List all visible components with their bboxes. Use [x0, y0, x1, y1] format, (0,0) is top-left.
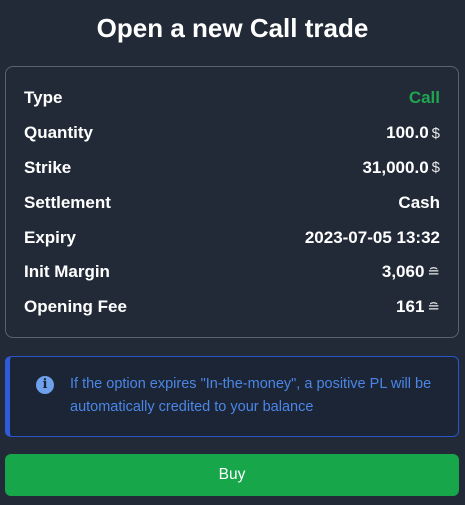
detail-row-init-margin: Init Margin 3,060 ≘: [24, 255, 440, 290]
detail-value: 161 ≘: [396, 297, 440, 317]
detail-row-type: Type Call: [24, 81, 440, 116]
info-icon: i: [36, 376, 54, 394]
dollar-unit: $: [431, 124, 440, 142]
option-type-value: Call: [408, 88, 440, 108]
detail-row-quantity: Quantity 100.0 $: [24, 116, 440, 151]
currency-unit-icon: ≘: [427, 264, 440, 282]
detail-label: Type: [24, 88, 63, 108]
detail-row-opening-fee: Opening Fee 161 ≘: [24, 290, 440, 325]
detail-row-strike: Strike 31,000.0 $: [24, 151, 440, 186]
settlement-value: Cash: [398, 192, 440, 212]
strike-value: 31,000.0: [362, 157, 429, 177]
detail-label: Strike: [24, 157, 72, 177]
quantity-value: 100.0: [386, 123, 429, 143]
detail-label: Opening Fee: [24, 297, 127, 317]
info-alert: i If the option expires "In-the-money", …: [5, 356, 459, 437]
opening-fee-value: 161: [396, 297, 425, 317]
detail-row-settlement: Settlement Cash: [24, 185, 440, 220]
detail-value: Cash: [398, 193, 440, 213]
expiry-value: 2023-07-05 13:32: [304, 227, 440, 247]
detail-value: 100.0 $: [386, 123, 440, 143]
dialog-title: Open a new Call trade: [96, 13, 369, 43]
detail-label: Expiry: [24, 227, 76, 247]
buy-button[interactable]: Buy: [5, 454, 459, 496]
detail-value: 3,060 ≘: [382, 262, 440, 282]
dollar-unit: $: [431, 159, 440, 177]
detail-row-expiry: Expiry 2023-07-05 13:32: [24, 220, 440, 255]
detail-label: Settlement: [24, 192, 111, 212]
detail-value: 31,000.0 $: [362, 158, 440, 178]
currency-unit-icon: ≘: [427, 299, 440, 317]
init-margin-value: 3,060: [381, 262, 425, 282]
info-alert-text: If the option expires "In-the-money", a …: [70, 376, 432, 415]
detail-value: 2023-07-05 13:32: [305, 228, 440, 248]
detail-value: Call: [409, 88, 440, 108]
detail-label: Init Margin: [24, 262, 110, 282]
trade-details-panel: Type Call Quantity 100.0 $ Strike 31,000…: [5, 66, 459, 338]
detail-label: Quantity: [24, 123, 93, 143]
